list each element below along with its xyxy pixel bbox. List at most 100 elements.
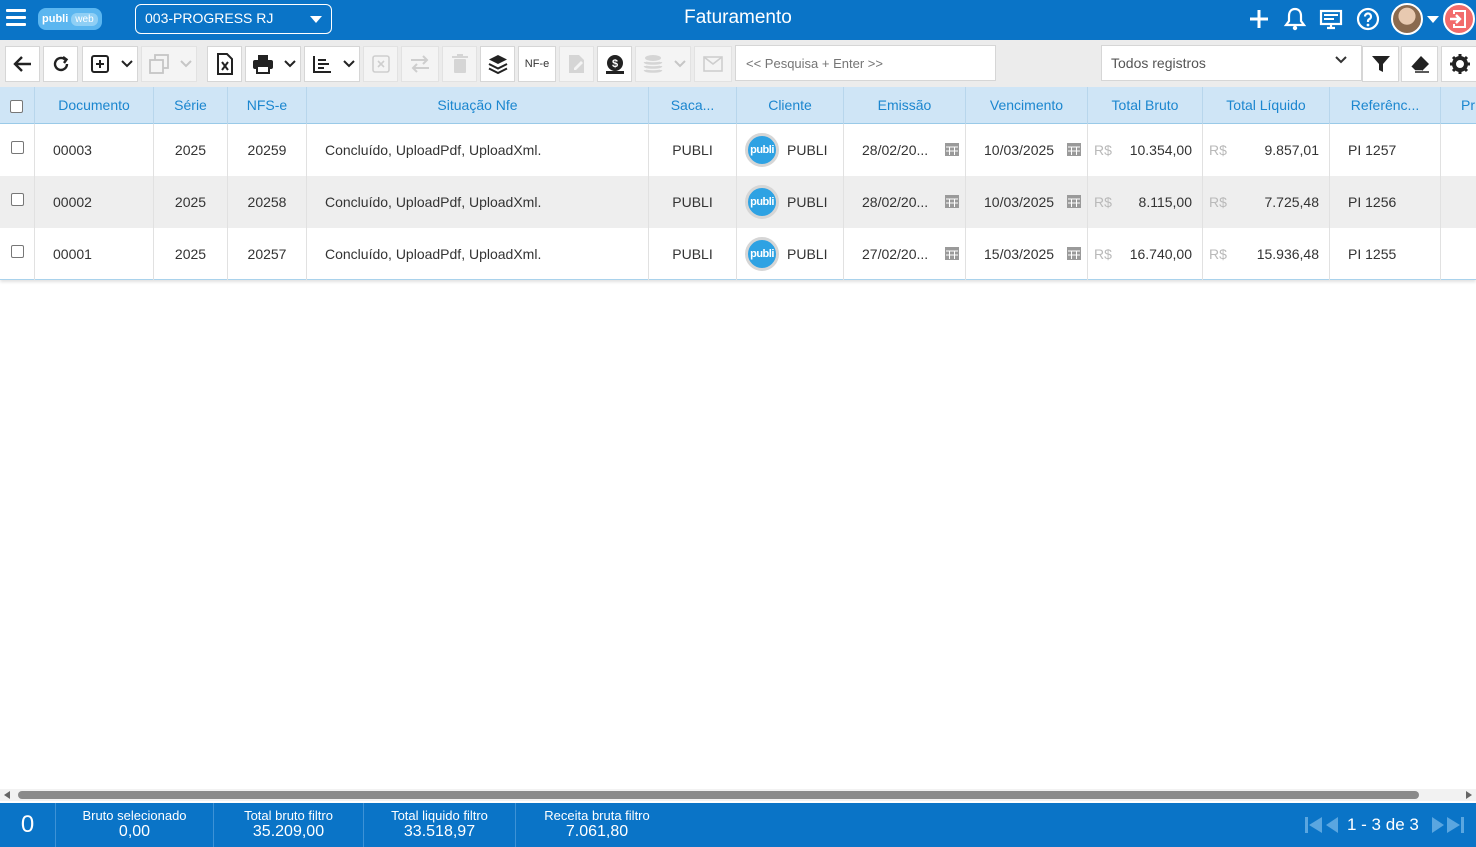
report-dropdown[interactable] (339, 46, 360, 82)
coins-button[interactable] (635, 46, 670, 82)
next-page-icon[interactable] (1431, 816, 1445, 839)
logo-main: publi (42, 13, 69, 25)
stat-label: Total liquido filtro (391, 808, 488, 823)
menu-icon[interactable] (6, 9, 26, 29)
first-page-icon[interactable] (1305, 816, 1323, 839)
add-button[interactable] (82, 46, 117, 82)
col-emissao[interactable]: Emissão (844, 87, 966, 124)
transfer-button[interactable] (401, 46, 439, 82)
selected-count: 0 (0, 803, 56, 847)
cell-nfse: 20257 (228, 228, 307, 280)
help-icon[interactable] (1355, 6, 1383, 34)
settings-button[interactable] (1441, 46, 1476, 82)
edit-document-button[interactable] (559, 46, 594, 82)
coins-dropdown[interactable] (670, 46, 691, 82)
calendar-icon[interactable] (1067, 246, 1081, 260)
currency-label: R$ (1094, 142, 1112, 158)
cell-nfse: 20258 (228, 176, 307, 228)
report-button[interactable] (304, 46, 339, 82)
row-checkbox[interactable] (11, 193, 24, 206)
add-dropdown[interactable] (117, 46, 138, 82)
cell-emissao: 28/02/20... (844, 176, 966, 228)
scroll-left-arrow[interactable] (4, 791, 10, 799)
print-button[interactable] (245, 46, 280, 82)
cell-emissao: 28/02/20... (844, 124, 966, 176)
currency-label: R$ (1209, 246, 1227, 262)
print-dropdown[interactable] (280, 46, 301, 82)
avatar[interactable] (1391, 3, 1423, 35)
last-page-icon[interactable] (1446, 816, 1464, 839)
company-selector-value: 003-PROGRESS RJ (145, 10, 274, 26)
search-input[interactable] (735, 45, 996, 81)
table-row[interactable]: 00003 2025 20259 Concluído, UploadPdf, U… (0, 124, 1476, 176)
scroll-right-arrow[interactable] (1466, 791, 1472, 799)
col-total-bruto[interactable]: Total Bruto (1088, 87, 1203, 124)
footer-bar: 0 Bruto selecionado 0,00 Total bruto fil… (0, 803, 1476, 847)
delete-button[interactable] (442, 46, 477, 82)
export-excel-button[interactable] (207, 46, 242, 82)
row-checkbox[interactable] (11, 245, 24, 258)
col-pr[interactable]: Pr (1441, 87, 1476, 124)
email-button[interactable] (694, 46, 732, 82)
cell-referencia: PI 1255 (1330, 228, 1441, 280)
billing-button[interactable]: $ (597, 46, 632, 82)
cell-serie: 2025 (154, 228, 228, 280)
cell-documento: 00002 (35, 176, 154, 228)
col-documento[interactable]: Documento (35, 87, 154, 124)
row-checkbox[interactable] (11, 141, 24, 154)
horizontal-scrollbar[interactable] (0, 789, 1476, 801)
cell-vencimento-value: 15/03/2025 (984, 246, 1055, 262)
records-filter-select[interactable]: Todos registros (1101, 45, 1362, 81)
calendar-icon[interactable] (1067, 142, 1081, 156)
logout-icon[interactable] (1443, 3, 1475, 35)
select-all-checkbox[interactable] (10, 100, 23, 113)
cancel-button[interactable] (363, 46, 398, 82)
cell-cliente-name: PUBLI (787, 142, 828, 158)
row-select-cell (0, 124, 35, 176)
company-selector[interactable]: 003-PROGRESS RJ (135, 4, 332, 34)
calendar-icon[interactable] (945, 142, 959, 156)
cell-documento: 00001 (35, 228, 154, 280)
cell-total-liquido-value: 9.857,01 (1264, 142, 1320, 158)
col-nfse[interactable]: NFS-e (228, 87, 307, 124)
app-logo: publi web (38, 8, 102, 30)
filter-button[interactable] (1362, 46, 1399, 82)
plus-square-icon (91, 55, 109, 73)
calendar-icon[interactable] (1067, 194, 1081, 208)
monitor-icon[interactable] (1318, 6, 1346, 34)
layers-button[interactable] (480, 46, 515, 82)
table-row[interactable]: 00001 2025 20257 Concluído, UploadPdf, U… (0, 228, 1476, 280)
client-logo: publi (745, 237, 779, 271)
col-referencia[interactable]: Referênc... (1330, 87, 1441, 124)
back-button[interactable] (5, 46, 40, 82)
trash-icon (451, 54, 468, 73)
nfe-button[interactable]: NF-e (518, 46, 556, 82)
stat-receita-bruta-filtro: Receita bruta filtro 7.061,80 (516, 803, 678, 847)
col-sacado[interactable]: Saca... (649, 87, 737, 124)
duplicate-button[interactable] (141, 46, 176, 82)
cell-cliente: publi PUBLI (737, 176, 844, 228)
duplicate-dropdown[interactable] (176, 46, 197, 82)
scrollbar-thumb[interactable] (18, 791, 1419, 799)
refresh-button[interactable] (43, 46, 78, 82)
top-bar: publi web 003-PROGRESS RJ Faturamento (0, 0, 1476, 40)
plus-icon[interactable] (1246, 6, 1274, 34)
pagination-label: 1 - 3 de 3 (1347, 815, 1419, 834)
calendar-icon[interactable] (945, 246, 959, 260)
prev-page-icon[interactable] (1325, 816, 1339, 839)
currency-label: R$ (1209, 194, 1227, 210)
chevron-down-icon[interactable] (1427, 16, 1439, 23)
clear-filter-button[interactable] (1401, 46, 1438, 82)
client-logo: publi (745, 185, 779, 219)
col-total-liquido[interactable]: Total Líquido (1203, 87, 1330, 124)
col-serie[interactable]: Série (154, 87, 228, 124)
toolbar: NF-e $ Todos registros (0, 40, 1476, 87)
col-vencimento[interactable]: Vencimento (966, 87, 1088, 124)
col-cliente[interactable]: Cliente (737, 87, 844, 124)
bell-icon[interactable] (1283, 6, 1311, 34)
col-situacao[interactable]: Situação Nfe (307, 87, 649, 124)
cell-situacao: Concluído, UploadPdf, UploadXml. (307, 124, 649, 176)
table-row[interactable]: 00002 2025 20258 Concluído, UploadPdf, U… (0, 176, 1476, 228)
excel-file-icon (216, 53, 233, 75)
calendar-icon[interactable] (945, 194, 959, 208)
